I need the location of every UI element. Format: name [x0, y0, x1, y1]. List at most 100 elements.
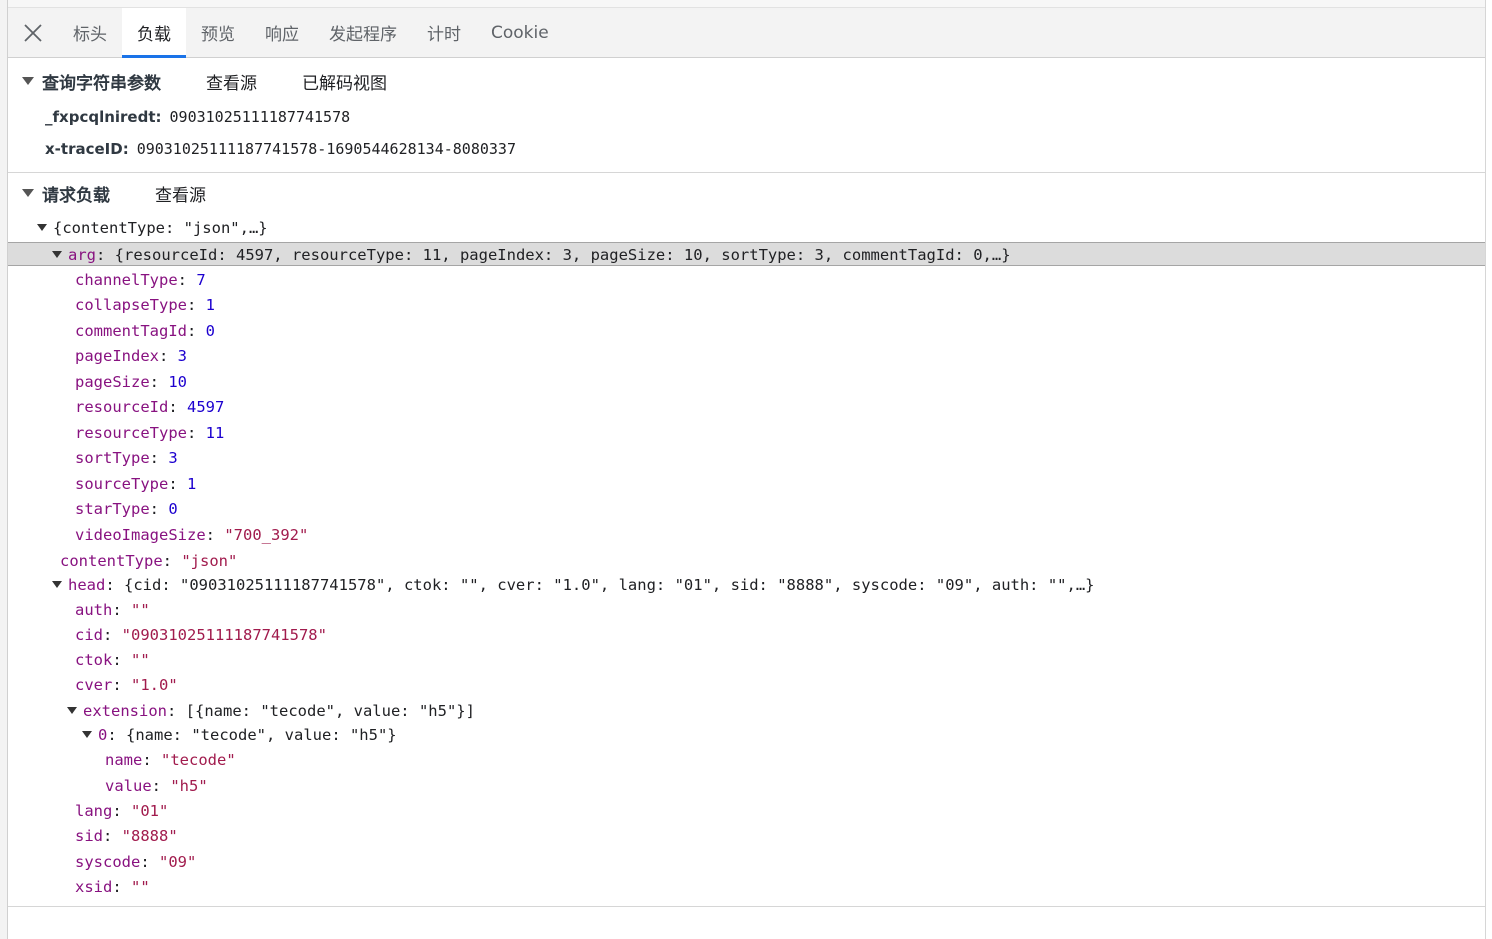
tree-key: starType [75, 500, 150, 518]
tree-row-head[interactable]: head: {cid: "09031025111187741578", ctok… [52, 572, 1095, 597]
tree-key: videoImageSize [75, 525, 206, 544]
tree-row[interactable]: starType: 0 [75, 497, 178, 522]
tree-row[interactable]: cver: "1.0" [75, 673, 178, 698]
collapse-triangle-icon[interactable] [22, 189, 34, 197]
query-param-row: x-traceID: 09031025111187741578-16905446… [45, 135, 516, 163]
tree-row[interactable]: pageIndex: 3 [75, 344, 187, 369]
view-decoded-link[interactable]: 已解码视图 [302, 69, 387, 94]
tree-key: pageIndex [75, 347, 159, 365]
tree-row[interactable]: lang: "01" [75, 798, 168, 823]
tab-label: 计时 [427, 25, 461, 45]
tree-row-extension-0[interactable]: 0: {name: "tecode", value: "h5"} [82, 722, 397, 747]
tree-value: 4597 [187, 398, 225, 416]
expand-triangle-icon[interactable] [52, 251, 62, 258]
tree-key: lang [75, 801, 113, 820]
expand-triangle-icon[interactable] [37, 224, 47, 231]
tree-row[interactable]: xsid: "" [75, 875, 150, 900]
tree-summary: {resourceId: 4597, resourceType: 11, pag… [114, 245, 1011, 264]
expand-triangle-icon[interactable] [67, 707, 77, 714]
tree-key: extension [83, 701, 167, 720]
tree-row[interactable]: sid: "8888" [75, 824, 178, 849]
tree-key: commentTagId [75, 321, 187, 340]
tree-value: "8888" [121, 827, 178, 845]
tree-value: 10 [168, 372, 187, 391]
tree-key: sourceType [75, 474, 169, 493]
close-button[interactable] [8, 8, 58, 57]
tree-value: "tecode" [161, 750, 236, 769]
view-source-link[interactable]: 查看源 [206, 69, 257, 94]
tree-key: cver [75, 676, 113, 695]
tree-value: "json" [181, 551, 238, 570]
query-string-section-header[interactable]: 查询字符串参数 查看源 已解码视图 [8, 63, 1485, 99]
tree-row-contenttype[interactable]: contentType: "json" [60, 548, 237, 573]
tree-value: 0 [168, 500, 178, 518]
tree-summary: {cid: "09031025111187741578", ctok: "", … [124, 575, 1095, 594]
tab-label: 发起程序 [329, 25, 397, 45]
tree-key: collapseType [75, 296, 187, 314]
tab-label: 预览 [201, 25, 235, 45]
tree-row-ext-name[interactable]: name: "tecode" [105, 747, 236, 772]
tree-value: "09" [159, 852, 197, 871]
tree-value: "1.0" [131, 676, 178, 695]
tab-headers[interactable]: 标头 [58, 8, 122, 57]
tree-row[interactable]: pageSize: 10 [75, 369, 187, 394]
tree-value: "01" [131, 801, 169, 820]
section-title: 查询字符串参数 [42, 73, 161, 94]
param-key: x-traceID: [45, 140, 129, 158]
tree-key: channelType [75, 270, 178, 289]
tree-row-arg[interactable]: arg: {resourceId: 4597, resourceType: 11… [52, 242, 1011, 267]
tree-row[interactable]: cid: "09031025111187741578" [75, 622, 327, 647]
tree-row[interactable]: sortType: 3 [75, 446, 178, 471]
tree-value: 11 [205, 423, 225, 442]
section-title: 请求负载 [42, 185, 110, 206]
tree-row[interactable]: auth: "" [75, 597, 150, 622]
tree-summary: [{name: "tecode", value: "h5"}] [185, 701, 475, 720]
section-divider [8, 172, 1485, 173]
tree-key: xsid [75, 878, 113, 896]
tree-row[interactable]: ctok: "" [75, 648, 150, 673]
tree-key: resourceType [75, 423, 187, 442]
tree-row-extension[interactable]: extension: [{name: "tecode", value: "h5"… [67, 698, 475, 723]
expand-triangle-icon[interactable] [82, 731, 92, 738]
expand-triangle-icon[interactable] [52, 581, 62, 588]
tree-value: 1 [205, 296, 215, 314]
devtools-tabbar: 标头 负载 预览 响应 发起程序 计时 Cookie [8, 8, 1485, 58]
tree-row[interactable]: resourceType: 11 [75, 420, 224, 445]
tree-value: 3 [177, 347, 188, 365]
tree-key: arg [68, 245, 96, 264]
tab-response[interactable]: 响应 [250, 8, 314, 57]
root-summary: {contentType: "json",…} [53, 218, 268, 237]
tree-row[interactable]: videoImageSize: "700_392" [75, 522, 308, 547]
tree-row[interactable]: collapseType: 1 [75, 293, 215, 318]
tree-value: "09031025111187741578" [121, 625, 327, 644]
tab-initiator[interactable]: 发起程序 [314, 8, 412, 57]
tree-key: pageSize [75, 372, 150, 391]
tab-label: 负载 [137, 25, 171, 45]
tree-row[interactable]: channelType: 7 [75, 267, 206, 292]
tree-row[interactable]: syscode: "09" [75, 849, 196, 874]
tree-row[interactable]: resourceId: 4597 [75, 395, 224, 420]
right-scroll-edge[interactable] [1485, 0, 1492, 939]
param-key: _fxpcqlniredt: [45, 108, 162, 126]
left-panel-gutter [0, 0, 8, 939]
tree-row[interactable]: commentTagId: 0 [75, 318, 215, 343]
tree-summary: {name: "tecode", value: "h5"} [126, 725, 397, 744]
collapse-triangle-icon[interactable] [22, 77, 34, 85]
tree-key: head [68, 575, 106, 594]
tree-key: contentType [60, 551, 163, 570]
tree-root-row[interactable]: {contentType: "json",…} [37, 215, 268, 240]
tree-row-ext-value[interactable]: value: "h5" [105, 773, 208, 798]
tree-key: sid [75, 827, 103, 845]
request-payload-section-header[interactable]: 请求负载 查看源 [8, 175, 1485, 211]
view-source-link[interactable]: 查看源 [155, 181, 206, 206]
tab-label: 标头 [73, 25, 107, 45]
tab-preview[interactable]: 预览 [186, 8, 250, 57]
tree-key: syscode [75, 852, 141, 871]
tree-value: 0 [205, 321, 215, 340]
tree-value: "700_392" [224, 525, 309, 544]
tab-timing[interactable]: 计时 [412, 8, 476, 57]
tab-cookie[interactable]: Cookie [476, 8, 564, 57]
tree-key: 0 [98, 725, 108, 744]
tree-row[interactable]: sourceType: 1 [75, 471, 196, 496]
tab-payload[interactable]: 负载 [122, 8, 186, 58]
